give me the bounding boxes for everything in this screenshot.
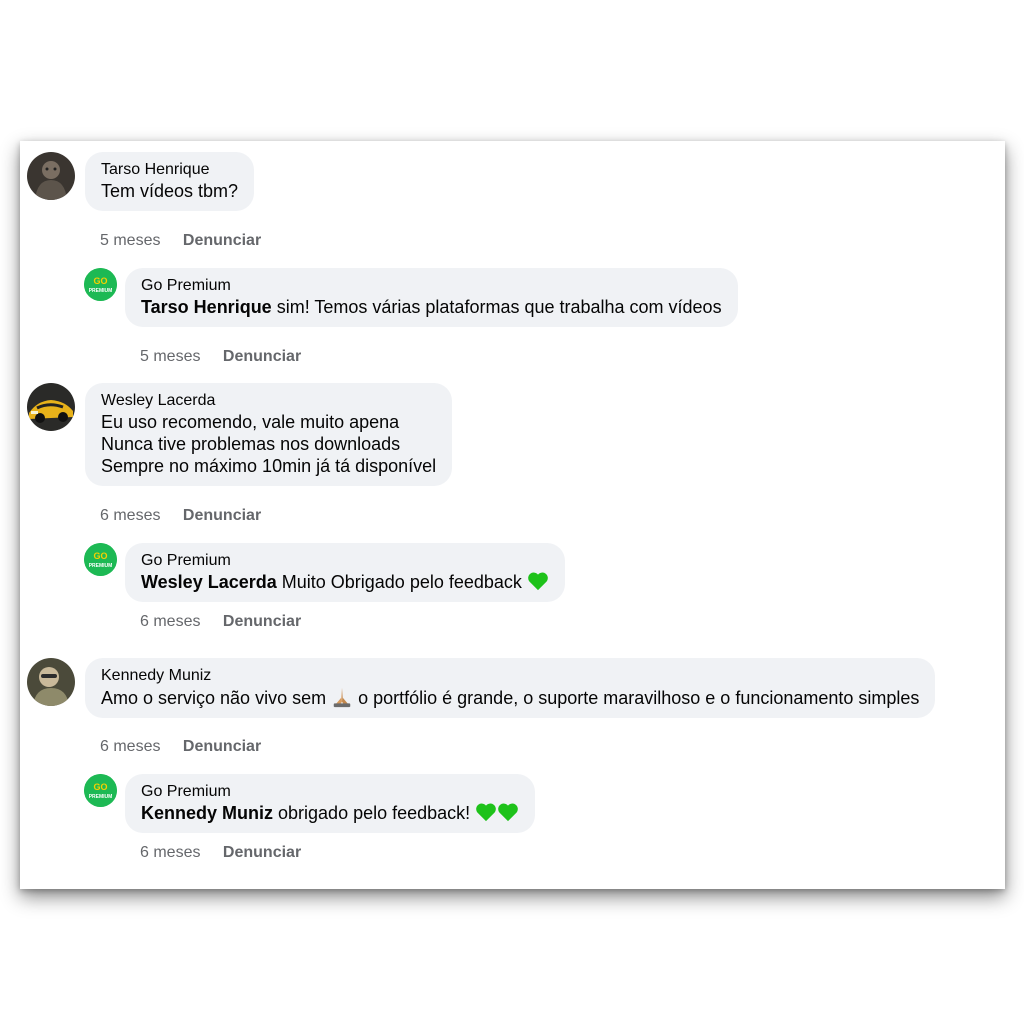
green-heart-icon [498, 803, 518, 822]
reply-text: Tarso Henrique sim! Temos várias platafo… [141, 296, 722, 318]
user-avatar-icon[interactable] [27, 658, 75, 706]
report-link[interactable]: Denunciar [223, 613, 301, 630]
mention-link[interactable]: Kennedy Muniz [141, 803, 273, 823]
user-avatar-icon[interactable] [27, 152, 75, 200]
report-link[interactable]: Denunciar [183, 738, 261, 755]
reply-meta: 6 meses Denunciar [140, 613, 301, 631]
comment-time[interactable]: 6 meses [100, 507, 160, 525]
go-premium-logo-icon[interactable]: GO PREMIUM [84, 774, 117, 807]
comment-time[interactable]: 6 meses [100, 738, 160, 756]
car-avatar-icon[interactable] [27, 383, 75, 431]
reply-text-body: Muito Obrigado pelo feedback [276, 572, 527, 592]
reply-meta: 6 meses Denunciar [140, 844, 301, 862]
reply-time[interactable]: 6 meses [140, 844, 200, 862]
comment-text-line: Sempre no máximo 10min já tá disponível [101, 456, 437, 476]
comment-meta: 6 meses Denunciar [100, 738, 261, 756]
go-premium-logo-icon[interactable]: GO PREMIUM [84, 268, 117, 301]
reply-text-body: sim! Temos várias plataformas que trabal… [271, 297, 722, 317]
comment-author[interactable]: Wesley Lacerda [101, 390, 436, 411]
green-heart-icon [528, 572, 548, 591]
green-heart-icon [476, 803, 496, 822]
comment-meta: 5 meses Denunciar [100, 232, 261, 250]
comment-text-part: Amo o serviço não vivo sem [101, 688, 332, 708]
reply-bubble: Go Premium Kennedy Muniz obrigado pelo f… [125, 774, 536, 833]
reply-meta: 5 meses Denunciar [140, 348, 301, 366]
report-link[interactable]: Denunciar [223, 844, 301, 861]
reply-time[interactable]: 6 meses [140, 613, 200, 631]
comment-text-line: Eu uso recomendo, vale muito apena [101, 412, 400, 432]
comment-bubble: Wesley Lacerda Eu uso recomendo, vale mu… [85, 383, 453, 486]
comments-panel: Tarso Henrique Tem vídeos tbm? 5 meses D… [20, 141, 1005, 889]
reply-text-body: obrigado pelo feedback! [273, 803, 476, 823]
comment-text-line: Nunca tive problemas nos downloads [101, 434, 401, 454]
svg-text:GO: GO [93, 782, 107, 792]
reply-text: Wesley Lacerda Muito Obrigado pelo feedb… [141, 571, 549, 593]
reply-bubble: Go Premium Wesley Lacerda Muito Obrigado… [125, 543, 565, 602]
svg-text:PREMIUM: PREMIUM [89, 563, 113, 569]
reply-text: Kennedy Muniz obrigado pelo feedback! [141, 802, 519, 824]
report-link[interactable]: Denunciar [223, 348, 301, 365]
comment-bubble: Kennedy Muniz Amo o serviço não vivo sem… [85, 658, 936, 718]
comment-text: Amo o serviço não vivo sem o portfólio é… [101, 686, 919, 709]
comment-meta: 6 meses Denunciar [100, 507, 261, 525]
mention-link[interactable]: Wesley Lacerda [141, 572, 277, 592]
reply-author[interactable]: Go Premium [141, 781, 519, 802]
reply-author[interactable]: Go Premium [141, 550, 549, 571]
report-link[interactable]: Denunciar [183, 232, 261, 249]
reply-bubble: Go Premium Tarso Henrique sim! Temos vár… [125, 268, 738, 327]
svg-text:PREMIUM: PREMIUM [89, 288, 113, 294]
comment-text-part: o portfólio é grande, o suporte maravilh… [353, 688, 920, 708]
svg-text:GO: GO [93, 551, 107, 561]
comment-author[interactable]: Tarso Henrique [101, 159, 238, 180]
svg-text:PREMIUM: PREMIUM [89, 794, 113, 800]
reply-author[interactable]: Go Premium [141, 275, 722, 296]
comment-author[interactable]: Kennedy Muniz [101, 665, 919, 686]
svg-text:GO: GO [93, 276, 107, 286]
go-premium-logo-icon[interactable]: GO PREMIUM [84, 543, 117, 576]
comment-text: Tem vídeos tbm? [101, 181, 239, 201]
reply-time[interactable]: 5 meses [140, 348, 200, 366]
comment-time[interactable]: 5 meses [100, 232, 160, 250]
comment-bubble: Tarso Henrique Tem vídeos tbm? [85, 152, 255, 211]
mention-link[interactable]: Tarso Henrique [141, 297, 272, 317]
report-link[interactable]: Denunciar [183, 507, 261, 524]
praying-hands-icon [333, 687, 351, 708]
